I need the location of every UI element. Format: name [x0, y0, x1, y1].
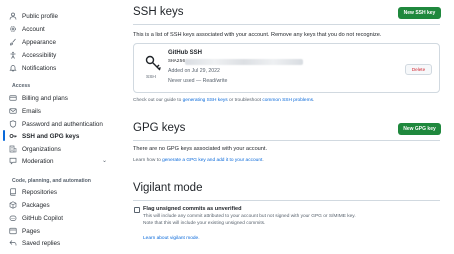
key-type-label: SSH [146, 75, 156, 80]
sidebar-item-emails[interactable]: Emails [8, 105, 41, 117]
sidebar-item-label: Emails [22, 107, 41, 115]
divider [133, 140, 440, 141]
sidebar-item-label: Repositories [22, 188, 57, 196]
accessibility-icon [8, 51, 17, 60]
sidebar-item-label: Accessibility [22, 51, 57, 59]
sidebar-item-ssh-gpg[interactable]: SSH and GPG keys [8, 130, 79, 142]
gpg-learn-text: Learn how to generate a GPG key and add … [133, 158, 264, 163]
sidebar-item-label: Appearance [22, 38, 56, 46]
sidebar-item-repositories[interactable]: Repositories [8, 186, 57, 198]
package-icon [8, 201, 17, 210]
sidebar-item-public-profile[interactable]: Public profile [8, 10, 58, 22]
sidebar-item-pages[interactable]: Pages [8, 225, 40, 237]
ssh-key-item: SSH GitHub SSH SHA256: Added on Jul 29, … [133, 43, 440, 93]
sidebar-item-label: Public profile [22, 12, 59, 20]
ssh-guide-text: Check out our guide to generating SSH ke… [133, 98, 315, 103]
bell-icon [8, 64, 17, 73]
sidebar-item-moderation[interactable]: Moderation [8, 155, 54, 167]
sidebar-item-label: Billing and plans [22, 94, 68, 102]
learn-vigilant-mode-link[interactable]: Learn about vigilant mode. [143, 236, 200, 241]
common-ssh-problems-link[interactable]: common SSH problems [262, 98, 313, 103]
sidebar-item-password[interactable]: Password and authentication [8, 118, 103, 130]
sidebar-item-label: Pages [22, 227, 40, 235]
browser-icon [8, 227, 17, 236]
sidebar-item-notifications[interactable]: Notifications [8, 62, 56, 74]
sidebar-item-saved-replies[interactable]: Saved replies [8, 237, 60, 249]
sidebar-item-label: Saved replies [22, 239, 61, 247]
generating-ssh-keys-link[interactable]: generating SSH keys [183, 98, 228, 103]
new-ssh-key-button[interactable]: New SSH key [398, 7, 441, 19]
person-icon [8, 12, 17, 21]
report-icon [8, 157, 17, 166]
generate-gpg-key-link[interactable]: generate a GPG key and add it to your ac… [162, 158, 262, 163]
delete-key-button[interactable]: Delete [405, 64, 432, 75]
sidebar-item-label: Password and authentication [22, 120, 103, 128]
ssh-description: This is a list of SSH keys associated wi… [133, 32, 382, 38]
key-title: GitHub SSH [168, 50, 202, 56]
copilot-icon [8, 214, 17, 223]
sidebar-item-label: Organizations [22, 145, 61, 153]
gpg-keys-heading: GPG keys [133, 122, 186, 134]
gear-icon [8, 25, 17, 34]
key-added-date: Added on Jul 29, 2022 [168, 68, 220, 74]
sidebar-item-appearance[interactable]: Appearance [8, 36, 56, 48]
sidebar-item-label: Account [22, 25, 45, 33]
sidebar-section-access: Access [12, 83, 31, 89]
new-gpg-key-button[interactable]: New GPG key [398, 123, 441, 135]
vigilant-description-1: This will include any commit attributed … [143, 214, 356, 219]
sidebar-item-account[interactable]: Account [8, 23, 45, 35]
reply-icon [8, 239, 17, 248]
key-icon [144, 52, 164, 72]
settings-sidebar: Public profile Account Appearance Access… [0, 0, 118, 254]
credit-card-icon [8, 94, 17, 103]
sidebar-item-packages[interactable]: Packages [8, 199, 50, 211]
chevron-down-icon[interactable]: ⌄ [102, 157, 107, 164]
sidebar-item-copilot[interactable]: GitHub Copilot [8, 212, 63, 224]
main-content: SSH keys New SSH key This is a list of S… [133, 0, 443, 254]
gpg-empty-text: There are no GPG keys associated with yo… [133, 146, 268, 152]
sidebar-item-accessibility[interactable]: Accessibility [8, 49, 56, 61]
organization-icon [8, 145, 17, 154]
mail-icon [8, 107, 17, 116]
sidebar-item-label: Packages [22, 201, 50, 209]
vigilant-mode-checkbox[interactable] [134, 207, 140, 213]
sidebar-item-label: Moderation [22, 157, 54, 165]
sidebar-item-billing[interactable]: Billing and plans [8, 92, 68, 104]
shield-lock-icon [8, 120, 17, 129]
key-icon [8, 132, 17, 141]
sidebar-item-label: Notifications [22, 64, 57, 72]
sidebar-item-label: GitHub Copilot [22, 214, 63, 222]
vigilant-description-2: Note that this will include your existin… [143, 221, 266, 226]
key-fingerprint-redacted [185, 59, 303, 65]
paintbrush-icon [8, 38, 17, 47]
divider [133, 24, 440, 25]
active-indicator [3, 130, 5, 141]
sidebar-item-label: SSH and GPG keys [22, 132, 80, 140]
vigilant-checkbox-label[interactable]: Flag unsigned commits as unverified [143, 206, 242, 212]
ssh-keys-heading: SSH keys [133, 6, 184, 18]
key-usage: Never used — Read/write [168, 78, 228, 84]
sidebar-section-code: Code, planning, and automation [12, 178, 91, 184]
divider [133, 200, 440, 201]
vigilant-mode-heading: Vigilant mode [133, 182, 203, 194]
sidebar-item-organizations[interactable]: Organizations [8, 143, 61, 155]
repo-icon [8, 188, 17, 197]
